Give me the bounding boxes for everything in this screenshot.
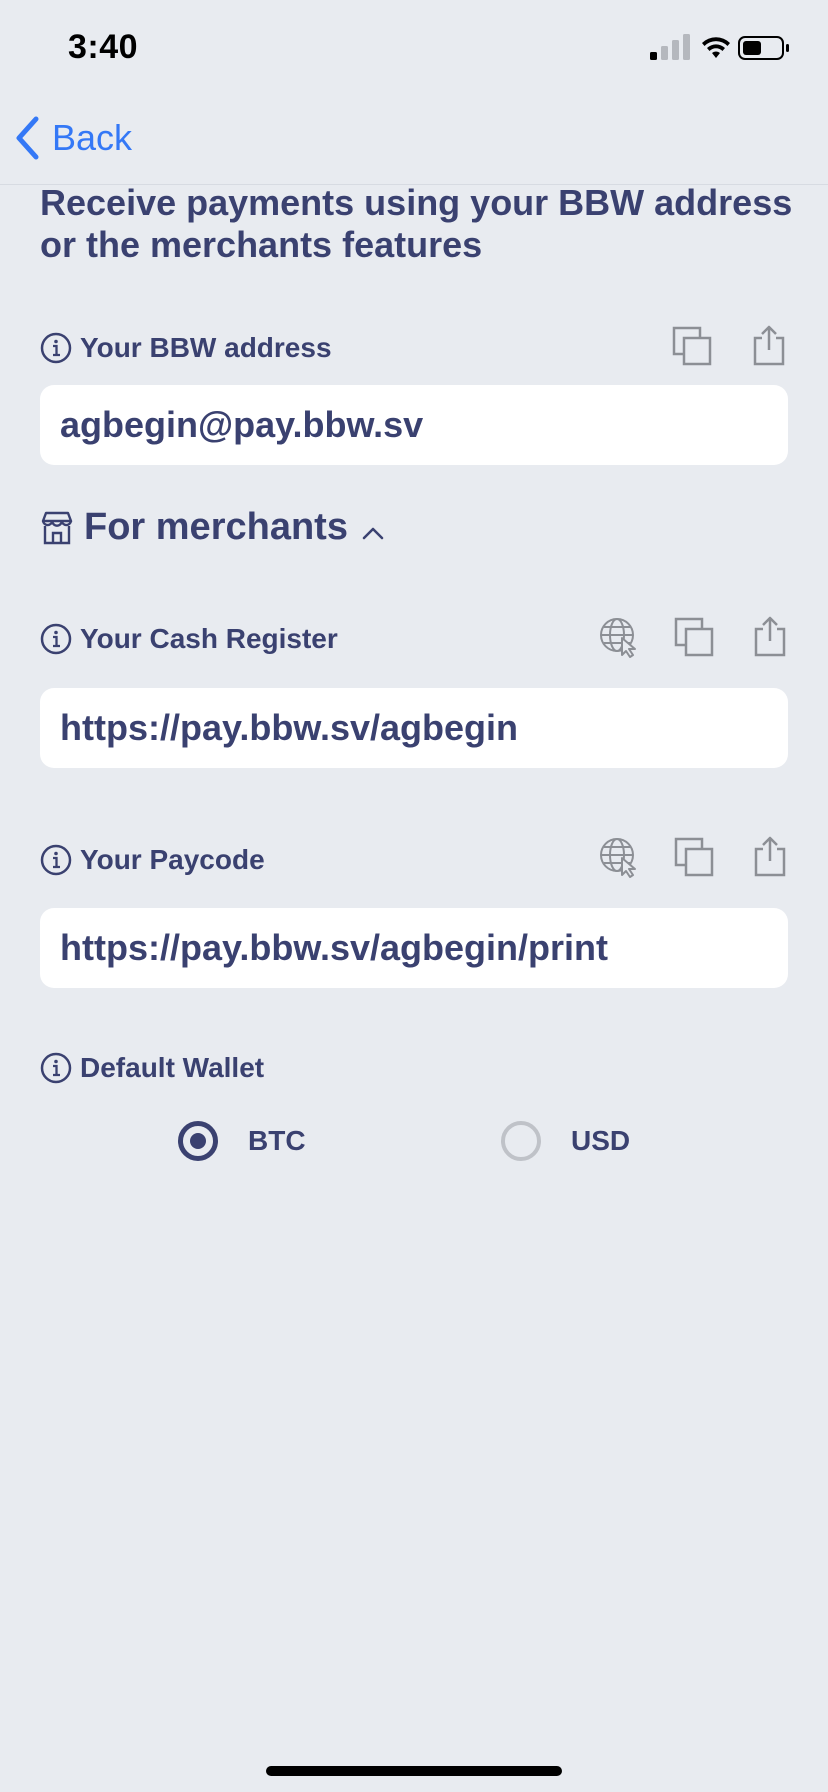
status-icons [650, 34, 790, 64]
radio-selected-icon [178, 1121, 218, 1161]
share-icon[interactable] [753, 835, 787, 877]
for-merchants-toggle[interactable]: For merchants [40, 506, 384, 549]
bbw-address-label-row: Your BBW address [40, 332, 332, 364]
radio-unselected-icon [501, 1121, 541, 1161]
info-icon[interactable] [40, 623, 72, 655]
paycode-label: Your Paycode [80, 844, 265, 875]
wallet-option-label: BTC [248, 1125, 306, 1156]
bbw-address-field[interactable]: agbegin@pay.bbw.sv [40, 385, 788, 465]
wallet-option-label: USD [571, 1125, 631, 1156]
back-label: Back [52, 117, 133, 158]
info-icon[interactable] [40, 844, 72, 876]
share-icon[interactable] [753, 615, 787, 657]
status-time: 3:40 [68, 28, 139, 66]
store-icon [41, 511, 73, 544]
cash-register-field[interactable]: https://pay.bbw.sv/agbegin [40, 688, 788, 768]
default-wallet-label: Default Wallet [80, 1052, 265, 1083]
wifi-icon [702, 37, 730, 58]
open-in-browser-icon[interactable] [598, 836, 640, 878]
battery-icon [738, 36, 789, 60]
chevron-up-icon [362, 527, 384, 539]
cellular-signal-icon [650, 34, 690, 60]
paycode-label-row: Your Paycode [40, 844, 265, 876]
for-merchants-label: For merchants [84, 506, 348, 548]
share-icon[interactable] [752, 324, 786, 366]
chevron-left-icon [16, 116, 39, 160]
copy-icon[interactable] [674, 617, 714, 657]
info-icon[interactable] [40, 1052, 72, 1084]
bbw-address-label: Your BBW address [80, 332, 332, 363]
cash-register-label: Your Cash Register [80, 623, 338, 654]
wallet-option-btc[interactable]: BTC [178, 1121, 306, 1161]
info-icon[interactable] [40, 332, 72, 364]
wallet-option-usd[interactable]: USD [501, 1121, 630, 1161]
cash-register-label-row: Your Cash Register [40, 623, 338, 655]
copy-icon[interactable] [672, 326, 712, 366]
default-wallet-label-row: Default Wallet [40, 1052, 264, 1084]
copy-icon[interactable] [674, 837, 714, 877]
paycode-field[interactable]: https://pay.bbw.sv/agbegin/print [40, 908, 788, 988]
open-in-browser-icon[interactable] [598, 616, 640, 658]
page-intro: Receive payments using your BBW address … [40, 182, 793, 265]
home-indicator[interactable] [266, 1766, 562, 1776]
back-button[interactable]: Back [14, 116, 132, 160]
